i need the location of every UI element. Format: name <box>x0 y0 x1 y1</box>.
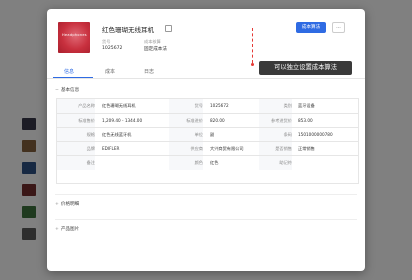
field-value: 红色无线蓝牙机 <box>102 132 132 137</box>
field-value: 副 <box>210 132 215 137</box>
field-label: 颜色 <box>169 156 203 170</box>
section-product-images[interactable]: + 产品图片 <box>55 226 79 232</box>
table-row: 规格 红色无线蓝牙机 单位 副 条码 1501000000780 <box>57 127 358 142</box>
field-label: 供应商 <box>169 142 203 156</box>
field-value: 1025672 <box>210 103 229 108</box>
field-label: 单位 <box>169 128 203 142</box>
table-row: 品牌 EDIFLER 供应商 大兴商贸有限公司 是否销售 正常销售 <box>57 141 358 156</box>
field-value: 853.00 <box>298 118 313 123</box>
field-label: 类别 <box>259 99 292 113</box>
chevron-down-icon: − <box>55 88 59 93</box>
tab-log[interactable]: 日志 <box>144 68 154 75</box>
field-value: 1501000000780 <box>298 132 333 137</box>
field-label: 是否销售 <box>259 142 292 156</box>
field-label: 备注 <box>57 156 95 170</box>
table-row: 标准售价 1,209.40 - 1344.00 标准进价 820.00 参考进货… <box>57 113 358 128</box>
field-label: 助记符 <box>259 156 292 170</box>
field-value: 820.00 <box>210 118 225 123</box>
field-label: 条码 <box>259 128 292 142</box>
field-value <box>295 156 358 170</box>
table-row: 备注 颜色 红色 助记符 <box>57 155 358 170</box>
field-value: EDIFLER <box>102 146 120 151</box>
divider <box>55 219 357 220</box>
product-title: 红色珊瑚无线耳机 <box>102 26 154 34</box>
field-label: 标准进价 <box>169 114 203 128</box>
basic-info-table: 产品名称 红色珊瑚无线耳机 货号 1025672 类别 蓝牙设备 标准售价 1,… <box>56 98 359 184</box>
field-label: 产品名称 <box>57 99 95 113</box>
field-label: 参考进货价 <box>259 114 292 128</box>
active-tab-indicator <box>53 77 93 78</box>
field-value: 大兴商贸有限公司 <box>210 146 244 151</box>
tab-info[interactable]: 信息 <box>64 68 74 75</box>
table-row: 产品名称 红色珊瑚无线耳机 货号 1025672 类别 蓝牙设备 <box>57 99 358 113</box>
section-basic-info[interactable]: − 基本信息 <box>55 87 79 93</box>
annotation-tooltip: 可以独立设置成本算法 <box>259 61 352 75</box>
section-title: 产品图片 <box>60 227 80 232</box>
field-label: 标准售价 <box>57 114 95 128</box>
product-detail-modal: Headphones 红色珊瑚无线耳机 货号 1025672 成本核算 固定成本… <box>47 9 365 271</box>
meta-value-sku: 1025672 <box>102 46 123 51</box>
field-value: 蓝牙设备 <box>298 103 315 108</box>
meta-label-cost: 成本核算 <box>144 39 161 44</box>
tab-cost[interactable]: 成本 <box>105 68 115 75</box>
field-label: 品牌 <box>57 142 95 156</box>
field-value: 正常销售 <box>298 146 315 151</box>
section-title: 基本信息 <box>60 88 80 93</box>
section-price-details[interactable]: + 价格明细 <box>55 201 79 207</box>
annotation-marker <box>251 63 254 66</box>
meta-label-sku: 货号 <box>102 39 111 44</box>
chevron-right-icon: + <box>55 227 59 232</box>
chevron-right-icon: + <box>55 202 59 207</box>
meta-value-cost: 固定成本法 <box>144 47 167 52</box>
edit-icon[interactable] <box>165 25 172 32</box>
cover-text: Headphones <box>62 33 87 37</box>
field-label: 规格 <box>57 128 95 142</box>
field-label: 货号 <box>169 99 203 113</box>
more-button[interactable]: ··· <box>332 22 345 33</box>
section-title: 价格明细 <box>60 202 80 207</box>
field-value <box>99 156 162 170</box>
product-cover-image: Headphones <box>58 22 90 53</box>
field-value: 红色珊瑚无线耳机 <box>102 103 136 108</box>
field-value: 红色 <box>210 160 219 165</box>
annotation-line <box>252 28 253 63</box>
divider <box>55 194 357 195</box>
cost-algorithm-button[interactable]: 成本算法 <box>296 22 326 33</box>
field-value: 1,209.40 - 1344.00 <box>102 118 143 123</box>
